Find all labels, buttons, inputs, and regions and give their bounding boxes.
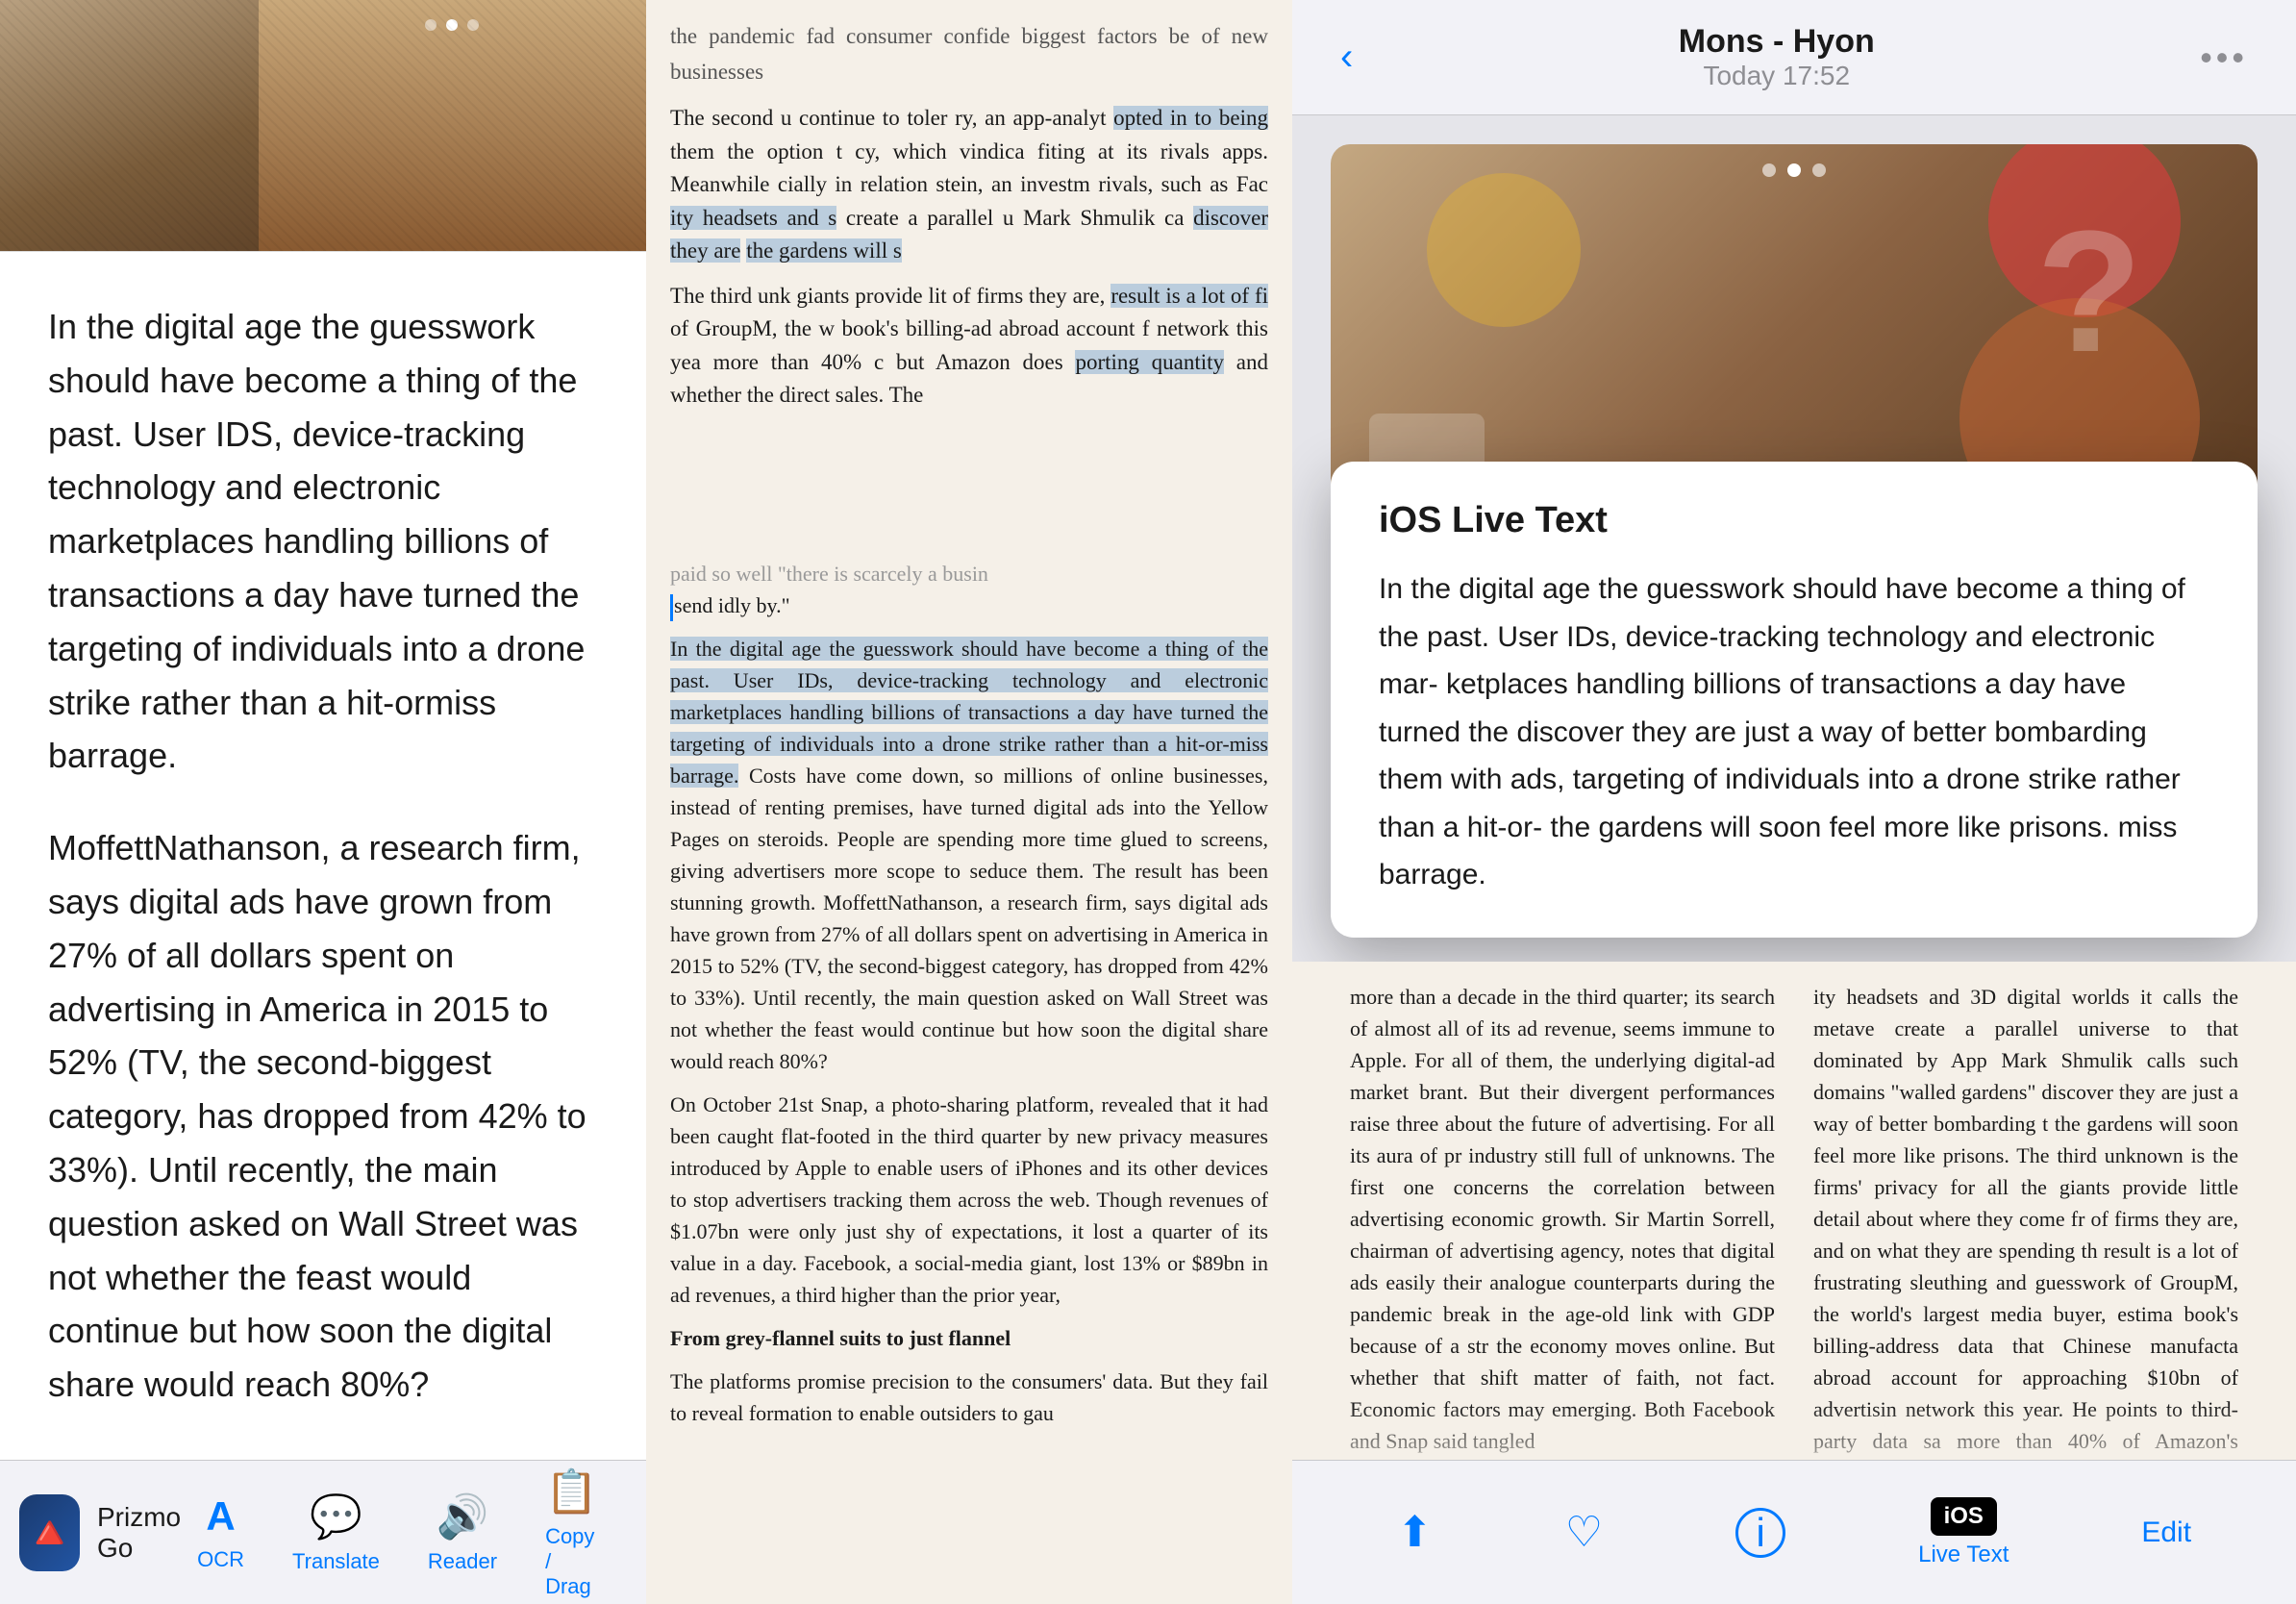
contact-name: Mons - Hyon <box>1679 23 1875 61</box>
message-article-image: ? <box>1331 144 2258 510</box>
ios-badge: iOS <box>1931 1497 1997 1536</box>
translate-button[interactable]: 💬 Translate <box>292 1491 380 1574</box>
options-dots[interactable]: ••• <box>2200 38 2248 78</box>
translate-label: Translate <box>292 1549 380 1574</box>
app-name-label: Prizmo Go <box>97 1502 197 1564</box>
right-panel: ‹ Mons - Hyon Today 17:52 ••• ? <box>1292 0 2296 1604</box>
bottom-toolbar-right: ⬆ ♡ i iOS Live Text Edit <box>1292 1460 2296 1604</box>
toolbar-icons: A OCR 💬 Translate 🔊 Reader 📋 Copy / Drag… <box>197 1466 646 1599</box>
right-article-columns: more than a decade in the third quarter;… <box>1292 962 2296 1481</box>
reader-icon: 🔊 <box>437 1491 489 1541</box>
ios-live-text-popup: iOS Live Text In the digital age the gue… <box>1331 462 2258 938</box>
ios-live-text-group: iOS Live Text <box>1918 1497 2009 1568</box>
bottom-text-panel-left: In the digital age the guesswork should … <box>0 251 646 1604</box>
copy-drag-label: Copy / Drag <box>545 1524 598 1599</box>
bottom-toolbar-left: 🔺 Prizmo Go A OCR 💬 Translate 🔊 Reader 📋… <box>0 1460 646 1604</box>
reader-button[interactable]: 🔊 Reader <box>428 1491 497 1574</box>
middle-article-top: the pandemic fad consumer confide bigges… <box>646 0 1292 539</box>
live-text-popup-body: In the digital age the guesswork should … <box>1379 565 2209 899</box>
ocr-label: OCR <box>197 1547 244 1572</box>
ocr-icon: A <box>206 1493 235 1540</box>
heart-icon: ♡ <box>1565 1508 1603 1557</box>
info-button[interactable]: i <box>1735 1508 1785 1558</box>
bottom-text-1: In the digital age the guesswork should … <box>48 300 598 783</box>
message-area: ? The three unknowns of the modern adver… <box>1292 115 2296 962</box>
right-col-2: ity headsets and 3D digital worlds it ca… <box>1794 981 2258 1462</box>
info-icon: i <box>1735 1508 1785 1558</box>
share-button-right[interactable]: ⬆ <box>1397 1508 1433 1557</box>
middle-article-bottom: paid so well "there is scarcely a busin … <box>646 539 1292 1604</box>
message-time: Today 17:52 <box>1679 61 1875 91</box>
edit-label: Edit <box>2141 1516 2191 1549</box>
text-cursor <box>670 594 673 621</box>
header-center: Mons - Hyon Today 17:52 <box>1679 23 1875 91</box>
reader-label: Reader <box>428 1549 497 1574</box>
right-bottom-area: more than a decade in the third quarter;… <box>1292 962 2296 1481</box>
copy-drag-icon: 📋 <box>545 1466 598 1516</box>
live-text-label: Live Text <box>1918 1541 2009 1568</box>
messages-header: ‹ Mons - Hyon Today 17:52 ••• <box>1292 0 2296 115</box>
live-text-popup-title: iOS Live Text <box>1379 500 2209 541</box>
right-col-1: more than a decade in the third quarter;… <box>1331 981 1794 1462</box>
heart-button[interactable]: ♡ <box>1565 1508 1603 1557</box>
bottom-text-2: MoffettNathanson, a research firm, says … <box>48 821 598 1412</box>
middle-article-text: the pandemic fad consumer confide bigges… <box>646 0 1292 539</box>
edit-button[interactable]: Edit <box>2141 1516 2191 1549</box>
translate-icon: 💬 <box>310 1491 362 1541</box>
middle-panel: the pandemic fad consumer confide bigges… <box>646 0 1292 1604</box>
app-icon-prizmo: 🔺 <box>19 1494 80 1571</box>
share-icon-right: ⬆ <box>1397 1508 1433 1557</box>
ocr-button[interactable]: A OCR <box>197 1493 244 1572</box>
back-button[interactable]: ‹ <box>1340 36 1353 79</box>
left-panel: As well as a louche mystique, there has … <box>0 0 646 1604</box>
copy-drag-button[interactable]: 📋 Copy / Drag <box>545 1466 598 1599</box>
app-info: 🔺 Prizmo Go <box>19 1494 197 1571</box>
